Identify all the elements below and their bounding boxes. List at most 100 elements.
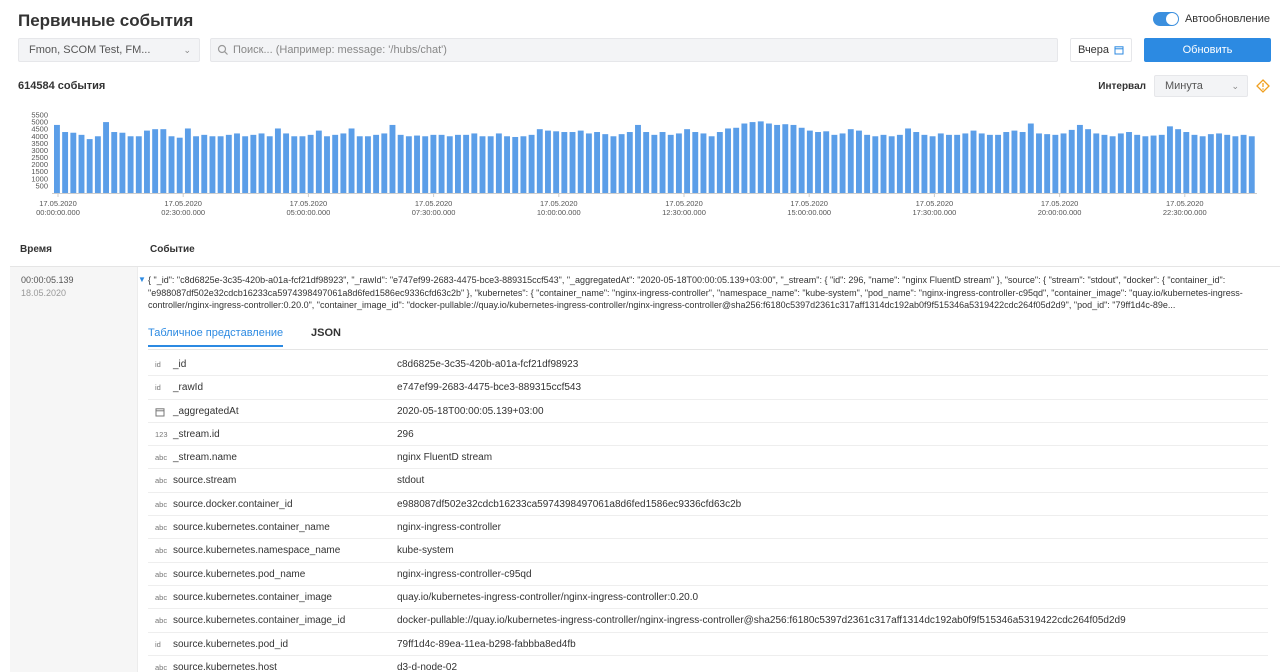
field-row[interactable]: abc source.kubernetes.container_name nginx… <box>148 516 1268 540</box>
histogram-bar[interactable] <box>160 129 167 193</box>
histogram-bar[interactable] <box>405 136 412 193</box>
field-row[interactable]: _aggregatedAt 2020-05-18T00:00:05.139+03:… <box>148 400 1268 423</box>
histogram-bar[interactable] <box>1003 132 1010 193</box>
histogram-bar[interactable] <box>790 124 797 193</box>
histogram-bar[interactable] <box>798 127 805 193</box>
histogram-bar[interactable] <box>643 132 650 193</box>
histogram-bar[interactable] <box>1240 134 1247 193</box>
histogram-bar[interactable] <box>692 132 699 193</box>
histogram-bar[interactable] <box>1109 136 1116 193</box>
histogram-bar[interactable] <box>62 132 69 193</box>
histogram-bar[interactable] <box>1142 136 1149 193</box>
histogram-bar[interactable] <box>1248 136 1255 193</box>
histogram-bar[interactable] <box>864 134 871 193</box>
histogram-bar[interactable] <box>847 129 854 193</box>
histogram-bar[interactable] <box>585 133 592 193</box>
field-row[interactable]: abc source.kubernetes.container_image_id d… <box>148 609 1268 633</box>
histogram-bar[interactable] <box>495 133 502 193</box>
histogram-bar[interactable] <box>1052 134 1059 193</box>
histogram-bar[interactable] <box>765 123 772 193</box>
histogram-bar[interactable] <box>520 136 527 193</box>
histogram-bar[interactable] <box>217 136 224 193</box>
histogram-bar[interactable] <box>675 133 682 193</box>
histogram-bar[interactable] <box>1044 134 1051 193</box>
histogram-bar[interactable] <box>168 136 175 193</box>
histogram-bar[interactable] <box>929 136 936 193</box>
histogram-bar[interactable] <box>1175 129 1182 193</box>
histogram-bar[interactable] <box>725 128 731 193</box>
histogram-bar[interactable] <box>1150 135 1157 193</box>
field-row[interactable]: abc source.kubernetes.host d3-d-node-02 <box>148 656 1268 672</box>
histogram-bar[interactable] <box>78 134 85 193</box>
histogram-bar[interactable] <box>135 136 142 193</box>
histogram-bar[interactable] <box>839 133 846 193</box>
field-row[interactable]: id _rawId e747ef99-2683-4475-bce3-889315cc… <box>148 376 1268 400</box>
histogram-bar[interactable] <box>733 127 740 193</box>
date-picker-button[interactable]: Вчера <box>1070 38 1132 62</box>
histogram-bar[interactable] <box>127 136 134 193</box>
histogram-bar[interactable] <box>749 122 756 193</box>
histogram-bar[interactable] <box>1216 133 1222 193</box>
histogram-bar[interactable] <box>782 124 789 193</box>
histogram-bar[interactable] <box>823 131 830 193</box>
histogram-bar[interactable] <box>512 136 519 193</box>
histogram-bar[interactable] <box>880 134 887 193</box>
field-row[interactable]: abc source.docker.container_id e988087df50… <box>148 493 1268 517</box>
histogram-bar[interactable] <box>479 136 486 193</box>
histogram-bar[interactable] <box>1117 133 1124 193</box>
histogram-bar[interactable] <box>757 121 764 193</box>
histogram-bar[interactable] <box>307 134 314 193</box>
field-row[interactable]: 123 _stream.id 296 <box>148 423 1268 447</box>
histogram-bar[interactable] <box>545 130 551 193</box>
histogram-bar[interactable] <box>356 136 363 193</box>
histogram-bar[interactable] <box>201 134 208 193</box>
histogram-bar[interactable] <box>651 134 658 193</box>
histogram-bar[interactable] <box>815 132 821 193</box>
histogram-bar[interactable] <box>954 134 961 193</box>
histogram-bar[interactable] <box>397 134 404 193</box>
histogram-bar[interactable] <box>324 136 330 193</box>
histogram-bar[interactable] <box>430 134 437 193</box>
histogram-bar[interactable] <box>602 134 609 193</box>
histogram-bar[interactable] <box>684 129 691 193</box>
histogram-bar[interactable] <box>373 134 380 193</box>
histogram-bar[interactable] <box>905 128 911 193</box>
histogram-bar[interactable] <box>455 134 461 193</box>
field-row[interactable]: id source.kubernetes.pod_id 79ff1d4c-89ea-… <box>148 633 1268 656</box>
histogram-bar[interactable] <box>970 130 977 193</box>
histogram-bar[interactable] <box>1183 132 1190 193</box>
collapse-caret-icon[interactable]: ▼ <box>138 275 146 284</box>
histogram-bar[interactable] <box>1232 136 1239 193</box>
histogram-bar[interactable] <box>1199 136 1206 193</box>
histogram-bar[interactable] <box>1224 134 1231 193</box>
histogram-bar[interactable] <box>561 132 568 193</box>
histogram-bar[interactable] <box>1101 134 1108 193</box>
histogram-bar[interactable] <box>978 133 985 193</box>
histogram-bar[interactable] <box>1207 134 1214 193</box>
histogram-bar[interactable] <box>569 132 576 193</box>
histogram-bar[interactable] <box>1076 124 1083 193</box>
histogram-bar[interactable] <box>1036 133 1042 193</box>
histogram-bar[interactable] <box>70 132 77 193</box>
histogram-bar[interactable] <box>94 136 101 193</box>
histogram-bar[interactable] <box>594 132 601 193</box>
histogram-bar[interactable] <box>242 136 249 193</box>
histogram-bar[interactable] <box>1126 132 1132 193</box>
histogram-bar[interactable] <box>708 136 715 193</box>
search-input[interactable] <box>233 39 1043 61</box>
histogram-bar[interactable] <box>741 123 748 193</box>
histogram-bar[interactable] <box>962 133 969 193</box>
histogram-bar[interactable] <box>700 133 707 193</box>
histogram-bar[interactable] <box>1134 134 1141 193</box>
histogram-bar[interactable] <box>414 135 420 193</box>
histogram-bar[interactable] <box>184 128 191 193</box>
histogram-bar[interactable] <box>283 133 290 193</box>
histogram-bar[interactable] <box>438 134 445 193</box>
tab-json[interactable]: JSON <box>311 327 341 345</box>
histogram-bar[interactable] <box>54 124 60 193</box>
histogram-bar[interactable] <box>422 136 429 193</box>
histogram-bar[interactable] <box>806 130 813 193</box>
histogram-bar[interactable] <box>504 136 510 193</box>
histogram-bar[interactable] <box>381 133 388 193</box>
histogram-bar[interactable] <box>1068 129 1075 193</box>
